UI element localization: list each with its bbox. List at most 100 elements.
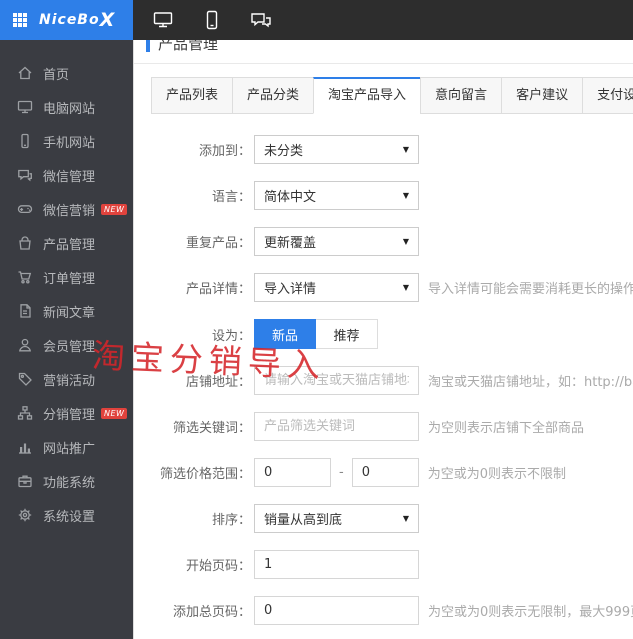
field-label: 筛选关键词： bbox=[172, 421, 251, 436]
field-note: 导入详情可能会需要消耗更长的操作时间 bbox=[428, 282, 633, 297]
field-note: 淘宝或天猫店铺地址，如：http://baica bbox=[428, 375, 633, 390]
import-form: 添加到： 未分类 ▼ 语言： 简体中文 ▼ 重复产品： 更新覆盖 ▼ 产品详情：… bbox=[147, 135, 633, 625]
form-row-set-as: 设为： 新品 推荐 bbox=[147, 319, 633, 349]
form-row-duplicate: 重复产品： 更新覆盖 ▼ bbox=[147, 227, 633, 256]
form-row-start-page: 开始页码： bbox=[147, 550, 633, 579]
sidebar-item-label: 分销管理 bbox=[43, 407, 96, 423]
main-content: 产品管理 产品列表 产品分类 淘宝产品导入 意向留言 客户建议 支付设置 添加到… bbox=[133, 40, 633, 639]
new-badge: NEW bbox=[101, 203, 128, 215]
tag-icon bbox=[17, 371, 33, 387]
field-label: 筛选价格范围： bbox=[159, 467, 251, 482]
sidebar-item-label: 网站推广 bbox=[43, 441, 96, 457]
tab-product-list[interactable]: 产品列表 bbox=[151, 77, 234, 114]
shop-url-input[interactable] bbox=[254, 366, 419, 395]
field-note: 为空或为0则表示无限制，最大999页， bbox=[428, 605, 633, 620]
sidebar-item-home[interactable]: 首页 bbox=[0, 56, 133, 90]
apps-grid-icon bbox=[13, 13, 27, 27]
sidebar-item-pc-site[interactable]: 电脑网站 bbox=[0, 90, 133, 124]
duplicate-product-select[interactable]: 更新覆盖 ▼ bbox=[254, 227, 419, 256]
sidebar-item-label: 功能系统 bbox=[43, 475, 96, 491]
form-row-detail: 产品详情： 导入详情 ▼ 导入详情可能会需要消耗更长的操作时间 bbox=[147, 273, 633, 302]
tab-customer-suggestions[interactable]: 客户建议 bbox=[501, 77, 584, 114]
logo[interactable]: NiceBo X bbox=[0, 0, 133, 40]
page-title: 产品管理 bbox=[158, 40, 219, 53]
sidebar-item-wechat-marketing[interactable]: 微信营销 NEW bbox=[0, 192, 133, 226]
gear-icon bbox=[17, 507, 33, 523]
chart-icon bbox=[17, 439, 33, 455]
chat-icon[interactable] bbox=[244, 0, 278, 40]
sidebar-item-wechat-manage[interactable]: 微信管理 bbox=[0, 158, 133, 192]
sidebar-item-label: 手机网站 bbox=[43, 135, 96, 151]
sidebar-item-marketing[interactable]: 营销活动 bbox=[0, 362, 133, 396]
sidebar-item-order-manage[interactable]: 订单管理 bbox=[0, 260, 133, 294]
tab-product-category[interactable]: 产品分类 bbox=[232, 77, 315, 114]
monitor-icon bbox=[17, 99, 33, 115]
sidebar-item-functions[interactable]: 功能系统 bbox=[0, 464, 133, 498]
price-max-input[interactable] bbox=[351, 458, 419, 487]
field-label: 语言： bbox=[211, 190, 251, 205]
home-icon bbox=[17, 65, 33, 81]
sidebar-item-label: 订单管理 bbox=[43, 271, 96, 287]
sidebar-item-distribution[interactable]: 分销管理 NEW bbox=[0, 396, 133, 430]
top-bar: NiceBo X bbox=[0, 0, 633, 40]
form-row-total-pages: 添加总页码： 为空或为0则表示无限制，最大999页， bbox=[147, 596, 633, 625]
field-label: 产品详情： bbox=[185, 282, 251, 297]
sidebar-item-members[interactable]: 会员管理 bbox=[0, 328, 133, 362]
new-product-button[interactable]: 新品 bbox=[254, 319, 316, 349]
topbar-icons bbox=[133, 0, 278, 40]
sidebar-item-promotion[interactable]: 网站推广 bbox=[0, 430, 133, 464]
gamepad-icon bbox=[17, 201, 33, 217]
filter-keyword-input[interactable] bbox=[254, 412, 419, 441]
form-row-add-to: 添加到： 未分类 ▼ bbox=[147, 135, 633, 164]
sidebar: 首页 电脑网站 手机网站 微信管理 微信营销 NEW 产品管理 订单管理 新闻文… bbox=[0, 40, 133, 639]
field-label: 添加总页码： bbox=[172, 605, 251, 620]
sidebar-item-settings[interactable]: 系统设置 bbox=[0, 498, 133, 532]
sidebar-item-label: 微信管理 bbox=[43, 169, 96, 185]
form-row-price-range: 筛选价格范围： - 为空或为0则表示不限制 bbox=[147, 458, 633, 487]
page-title-row: 产品管理 bbox=[134, 40, 633, 64]
logo-text: NiceBo bbox=[39, 12, 100, 28]
form-row-language: 语言： 简体中文 ▼ bbox=[147, 181, 633, 210]
product-detail-select[interactable]: 导入详情 ▼ bbox=[254, 273, 419, 302]
start-page-input[interactable] bbox=[254, 550, 419, 579]
sidebar-item-label: 营销活动 bbox=[43, 373, 96, 389]
recommend-button[interactable]: 推荐 bbox=[316, 319, 378, 349]
total-pages-input[interactable] bbox=[254, 596, 419, 625]
sidebar-item-product-manage[interactable]: 产品管理 bbox=[0, 226, 133, 260]
document-icon bbox=[17, 303, 33, 319]
field-label: 排序： bbox=[211, 513, 251, 528]
tab-intent-messages[interactable]: 意向留言 bbox=[420, 77, 503, 114]
sidebar-item-label: 首页 bbox=[43, 67, 70, 83]
language-select[interactable]: 简体中文 ▼ bbox=[254, 181, 419, 210]
sidebar-item-label: 会员管理 bbox=[43, 339, 96, 355]
field-note: 为空或为0则表示不限制 bbox=[427, 467, 566, 482]
sort-select[interactable]: 销量从高到底 ▼ bbox=[254, 504, 419, 533]
range-separator: - bbox=[339, 465, 344, 480]
sitemap-icon bbox=[17, 405, 33, 421]
add-to-select[interactable]: 未分类 ▼ bbox=[254, 135, 419, 164]
field-label: 添加到： bbox=[198, 144, 251, 159]
sidebar-item-label: 系统设置 bbox=[43, 509, 96, 525]
form-row-shop-url: 店铺地址： 淘宝或天猫店铺地址，如：http://baica bbox=[147, 366, 633, 395]
app-window: NiceBo X 首页 电脑网站 手机网站 微信管理 微信营销 NEW 产品管理… bbox=[0, 0, 633, 639]
sidebar-item-news[interactable]: 新闻文章 bbox=[0, 294, 133, 328]
mobile-icon[interactable] bbox=[195, 0, 229, 40]
tab-bar: 产品列表 产品分类 淘宝产品导入 意向留言 客户建议 支付设置 bbox=[151, 77, 633, 114]
sidebar-item-mobile-site[interactable]: 手机网站 bbox=[0, 124, 133, 158]
chevron-down-icon: ▼ bbox=[402, 237, 409, 246]
cart-icon bbox=[17, 269, 33, 285]
field-note: 为空则表示店铺下全部商品 bbox=[428, 421, 585, 436]
price-min-input[interactable] bbox=[254, 458, 331, 487]
form-row-keyword: 筛选关键词： 为空则表示店铺下全部商品 bbox=[147, 412, 633, 441]
tab-payment-settings[interactable]: 支付设置 bbox=[582, 77, 633, 114]
field-label: 店铺地址： bbox=[185, 375, 251, 390]
sidebar-item-label: 新闻文章 bbox=[43, 305, 96, 321]
chevron-down-icon: ▼ bbox=[402, 191, 409, 200]
tab-taobao-import[interactable]: 淘宝产品导入 bbox=[313, 77, 422, 114]
form-row-sort: 排序： 销量从高到底 ▼ bbox=[147, 504, 633, 533]
sidebar-item-label: 产品管理 bbox=[43, 237, 96, 253]
field-label: 设为： bbox=[211, 328, 251, 344]
chat-icon bbox=[17, 167, 33, 183]
monitor-icon[interactable] bbox=[146, 0, 180, 40]
sidebar-item-label: 微信营销 bbox=[43, 203, 96, 219]
